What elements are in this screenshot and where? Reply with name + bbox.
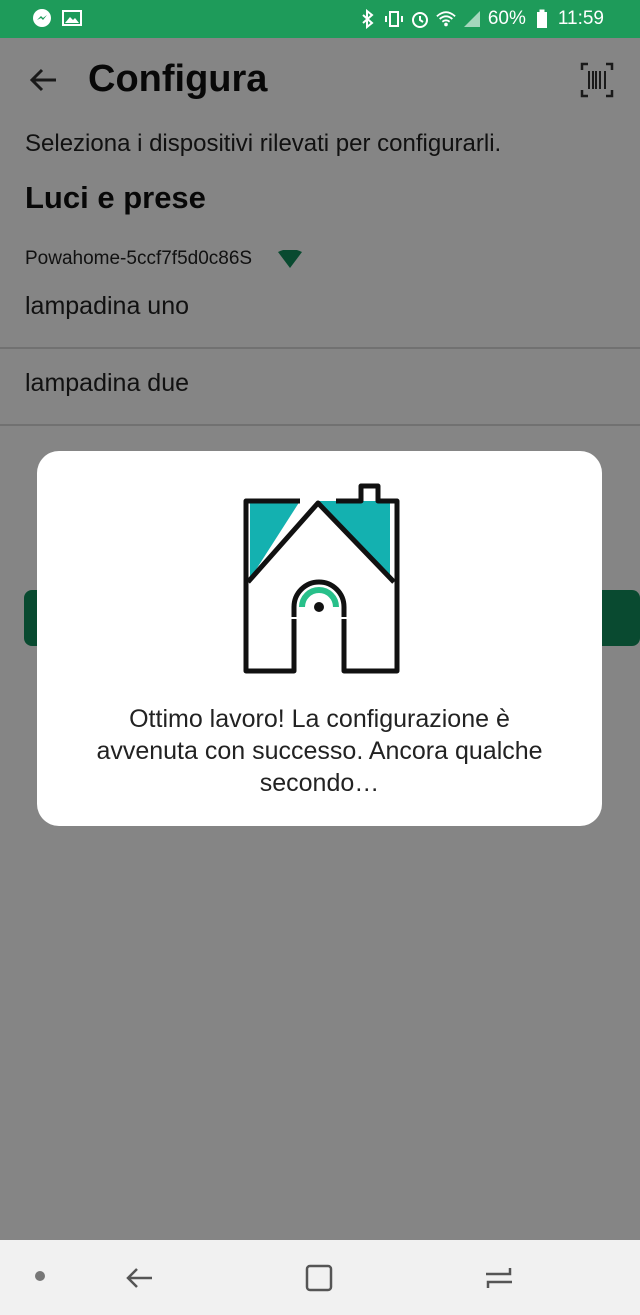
nav-home-icon[interactable] [304, 1262, 334, 1294]
vibrate-icon [384, 9, 404, 29]
alarm-icon [410, 9, 430, 29]
battery-icon [532, 9, 552, 29]
nav-recent-apps-icon[interactable] [484, 1262, 514, 1294]
nav-indicator-dot [35, 1271, 45, 1281]
bluetooth-icon [358, 9, 378, 29]
messenger-icon [32, 8, 52, 28]
clock: 11:59 [557, 8, 604, 29]
system-nav-bar [0, 1240, 640, 1315]
status-bar: 60% 11:59 [0, 0, 640, 38]
signal-icon [462, 9, 482, 29]
success-message: Ottimo lavoro! La configurazione è avven… [96, 705, 543, 797]
battery-percent: 60% [487, 8, 526, 29]
wifi-icon [436, 9, 456, 29]
house-icon [243, 483, 400, 674]
success-dialog: Ottimo lavoro! La configurazione è avven… [37, 451, 602, 826]
nav-back-icon[interactable] [124, 1262, 156, 1294]
gallery-icon [62, 8, 82, 28]
